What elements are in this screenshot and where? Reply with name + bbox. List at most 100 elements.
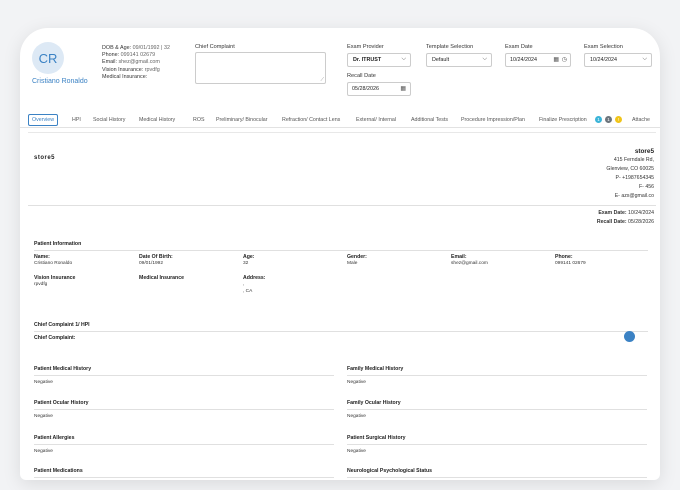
patient-surgical-history-value: Negative	[347, 449, 366, 454]
calendar-icon[interactable]: ▦	[400, 85, 406, 92]
chief-complaint-label: Chief Complaint:	[34, 335, 76, 341]
exam-date-value: 10/24/2024	[510, 57, 537, 63]
email-label: Email:	[102, 59, 117, 66]
exam-provider-select[interactable]: Dr. ITRUST ⌵	[347, 53, 411, 67]
medical-insurance-label: Medical Insurance	[139, 275, 184, 281]
email-label: Email:	[451, 254, 467, 260]
tab-attachments[interactable]: Attache	[629, 114, 653, 126]
family-medical-history-title: Family Medical History	[347, 366, 404, 372]
neurological-psychological-status-title: Neurological Psychological Status	[347, 468, 433, 474]
vision-insurance-value: rpvdfg	[144, 66, 160, 73]
recall-date-label: Recall Date	[347, 73, 376, 79]
family-ocular-history-title: Family Ocular History	[347, 400, 401, 406]
tab-finalize-prescription[interactable]: Finalize Prescription	[536, 114, 590, 126]
address-label: Address:	[243, 275, 266, 281]
vision-insurance-value: rpvdfg	[34, 282, 48, 287]
patient-name[interactable]: Cristiano Ronaldo	[32, 78, 88, 85]
divider	[347, 409, 647, 410]
store-address-line1: 415 Ferndale Rd,	[613, 157, 654, 163]
store-name: store5	[634, 148, 654, 155]
chief-complaint-label: Chief Complaint	[195, 44, 235, 50]
template-selection-label: Template Selection	[426, 44, 474, 50]
tab-social-history[interactable]: Social History	[90, 114, 128, 126]
exam-date-label: Exam Date:	[598, 210, 627, 216]
gender-value: Male	[347, 261, 358, 266]
email-value: shez@gmail.com	[118, 59, 160, 66]
age-value: 32	[243, 261, 249, 266]
patient-ocular-history-title: Patient Ocular History	[34, 400, 89, 406]
tab-medical-history[interactable]: Medical History	[136, 114, 178, 126]
exam-tabs: Overview HPI Social History Medical Hist…	[20, 112, 660, 128]
tab-ros[interactable]: ROS	[190, 114, 207, 126]
dob-value: 09/01/1992	[139, 261, 164, 266]
divider	[347, 444, 647, 445]
count-badge: 1	[605, 116, 612, 123]
exam-selection-label: Exam Selection	[584, 44, 623, 50]
tab-preliminary-binocular[interactable]: Preliminary/ Binocular	[213, 114, 271, 126]
address-line2: , CA	[243, 289, 253, 294]
patient-information-title: Patient Information	[34, 241, 82, 247]
divider	[347, 375, 647, 376]
patient-medical-history-title: Patient Medical History	[34, 366, 92, 372]
count-badge: 1	[595, 116, 602, 123]
divider	[28, 205, 656, 206]
dob-label: Date Of Birth:	[139, 254, 173, 260]
divider	[34, 250, 648, 251]
tab-hpi[interactable]: HPI	[69, 114, 84, 126]
calendar-icon[interactable]: ▦	[553, 56, 559, 63]
recall-date-value: 05/28/2026	[628, 219, 654, 225]
tab-external-internal[interactable]: External/ Internal	[353, 114, 399, 126]
phone-label: Phone:	[555, 254, 573, 260]
recall-date-input[interactable]: 05/28/2026 ▦	[347, 82, 411, 96]
floating-action-button[interactable]	[624, 331, 635, 342]
exam-date-value: 10/24/2024	[628, 210, 654, 216]
patient-allergies-value: Negative	[34, 449, 53, 454]
divider	[347, 477, 647, 478]
tab-additional-tests[interactable]: Additional Tests	[408, 114, 451, 126]
vision-insurance-label: Vision Insurance:	[102, 66, 144, 73]
patient-medications-title: Patient Medications	[34, 468, 83, 474]
resize-handle-icon[interactable]: ⟋	[320, 77, 324, 83]
tab-refraction-contact-lens[interactable]: Refraction/ Contact Lens	[279, 114, 343, 126]
chief-complaint-textarea[interactable]: ⟋	[195, 52, 326, 84]
tab-overview[interactable]: Overview	[28, 114, 59, 126]
chevron-down-icon: ⌵	[482, 56, 487, 62]
dob-label: DOB & Age:	[102, 45, 132, 51]
avatar: CR	[32, 42, 64, 74]
phone-label: Phone:	[102, 52, 120, 59]
patient-header: CR Cristiano Ronaldo DOB & Age: 09/01/19…	[20, 28, 660, 108]
exam-selection-select[interactable]: 10/24/2024 ⌵	[584, 53, 652, 67]
patient-surgical-history-title: Patient Surgical History	[347, 435, 406, 441]
recall-date-value: 05/28/2026	[352, 86, 379, 92]
store-phone: P- +1987654345	[615, 175, 654, 181]
patient-summary: DOB & Age: 09/01/1992 | 32 Phone: 099141…	[102, 45, 170, 81]
divider	[34, 409, 334, 410]
overview-document: store5 store5 415 Ferndale Rd, Glenview,…	[28, 132, 656, 480]
chevron-down-icon: ⌵	[642, 56, 647, 62]
family-ocular-history-value: Negative	[347, 414, 366, 419]
exam-provider-value: Dr. ITRUST	[353, 57, 382, 63]
medical-insurance-label: Medical Insurance:	[102, 73, 148, 80]
patient-medical-history-value: Negative	[34, 380, 53, 385]
store-email: E- azx@gmail.co	[614, 193, 654, 199]
gender-label: Gender:	[347, 254, 367, 260]
store-logo: store5	[34, 155, 56, 161]
patient-chart-card: CR Cristiano Ronaldo DOB & Age: 09/01/19…	[20, 28, 660, 480]
phone-value: 099141 02679	[555, 261, 586, 266]
exam-date-input[interactable]: 10/24/2024 ▦ ◷	[505, 53, 571, 67]
patient-ocular-history-value: Negative	[34, 414, 53, 419]
recall-date-label: Recall Date:	[596, 219, 627, 225]
email-value: shez@gmail.com	[451, 261, 488, 266]
name-label: Name:	[34, 254, 50, 260]
family-medical-history-value: Negative	[347, 380, 366, 385]
divider	[34, 375, 334, 376]
clock-icon[interactable]: ◷	[562, 56, 567, 63]
dob-value: 09/01/1992 | 32	[132, 45, 170, 51]
divider	[34, 477, 334, 478]
chevron-down-icon: ⌵	[401, 56, 406, 62]
divider	[34, 444, 334, 445]
template-selection-select[interactable]: Default ⌵	[426, 53, 492, 67]
patient-allergies-title: Patient Allergies	[34, 435, 75, 441]
tab-procedure-impression-plan[interactable]: Procedure Impression/Plan	[458, 114, 528, 126]
alert-badge: !	[615, 116, 622, 123]
